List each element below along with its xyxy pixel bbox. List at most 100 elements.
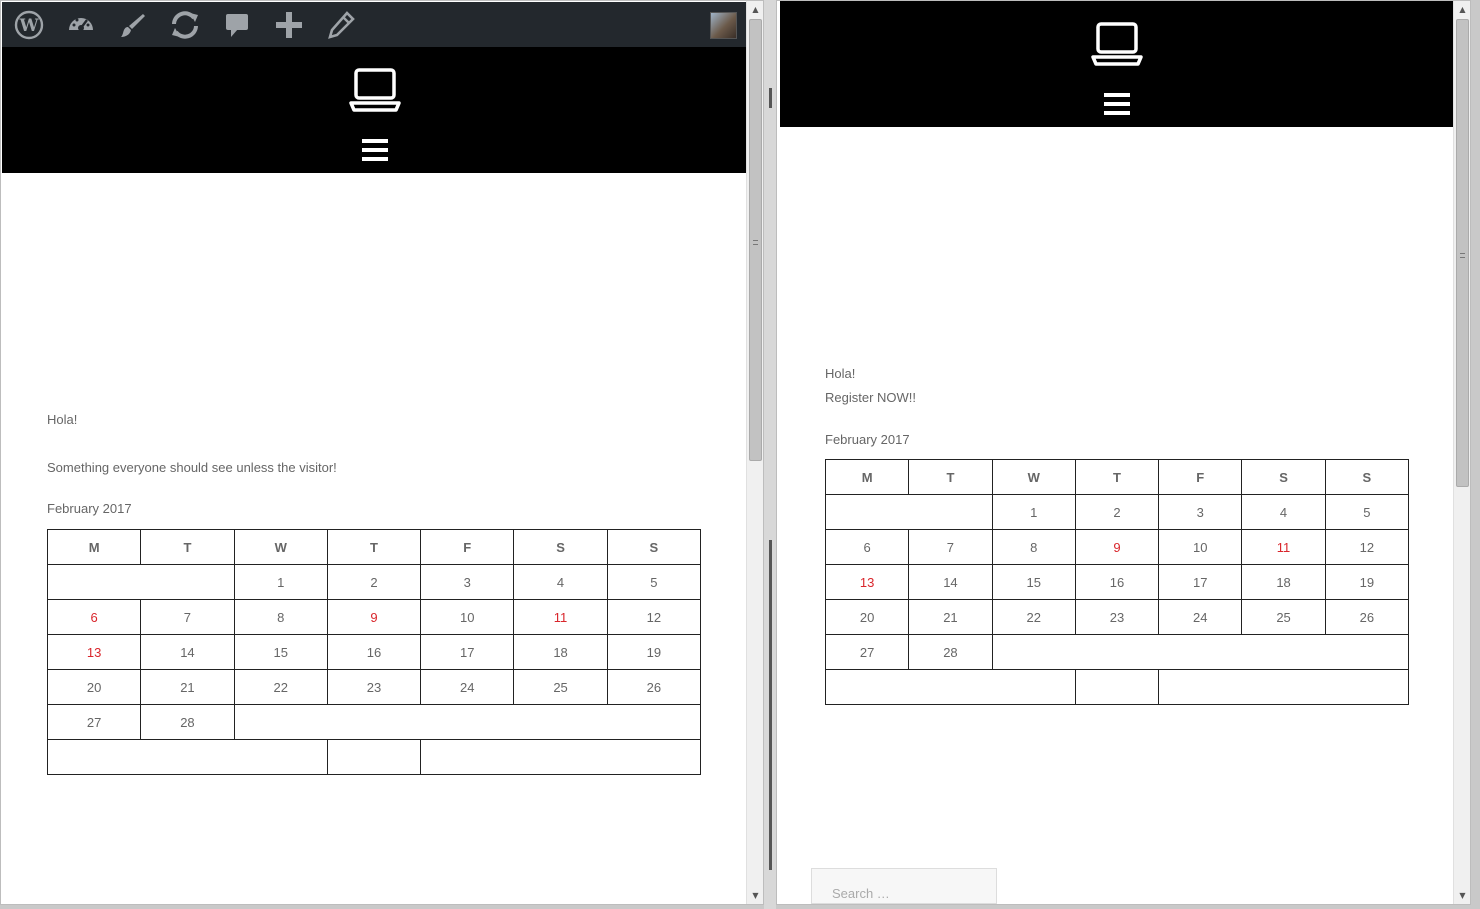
weekday-cell: F [1158,459,1243,495]
weekday-cell: M [46,529,142,565]
day-cell: 3 [1158,494,1243,530]
day-cell-link[interactable]: 9 [326,599,422,635]
scroll-up-arrow-icon[interactable]: ▲ [747,1,763,18]
updates-refresh-icon[interactable] [168,9,202,41]
day-cell: 19 [606,634,702,670]
day-cell: 24 [420,669,515,705]
visitor-message: Something everyone should see unless the… [47,460,337,475]
weekday-cell: T [140,529,235,565]
day-cell: 4 [1241,494,1326,530]
day-cell: 16 [326,634,422,670]
laptop-logo-icon[interactable] [1091,21,1143,72]
weekday-cell: T [1074,459,1160,495]
day-cell[interactable]: 6 [46,599,142,635]
day-cell: 17 [420,634,515,670]
browser-window-visitor: Hola! Register NOW!! February 2017 M T W… [776,0,1471,905]
vertical-scrollbar[interactable]: ▲ ▼ [746,1,763,904]
day-cell: 25 [513,669,608,705]
day-cell: 28 [908,634,993,670]
day-cell: 14 [908,564,993,600]
day-cell: 15 [233,634,328,670]
calendar-week-row: 20 21 22 23 24 25 26 [824,599,1410,635]
admin-bar: W [2,2,746,47]
day-cell: 23 [1074,599,1160,635]
calendar-caption: February 2017 [47,501,132,516]
day-cell: 7 [908,529,993,565]
day-cell: 2 [1074,494,1160,530]
empty-day-cell [991,634,1410,670]
search-field-wrapper [811,868,997,904]
day-cell: 19 [1324,564,1410,600]
calendar-week-row: 13 14 15 16 17 18 19 [46,634,702,670]
dashboard-icon[interactable] [64,9,98,41]
day-cell: 1 [233,564,328,600]
day-cell: 18 [513,634,608,670]
day-cell-link[interactable]: 13 [824,564,910,600]
empty-day-cell [47,564,235,600]
day-cell: 8 [991,529,1076,565]
scroll-down-arrow-icon[interactable]: ▼ [1454,887,1470,904]
day-cell: 14 [140,634,235,670]
weekday-cell: M [824,459,910,495]
weekday-cell: S [1241,459,1326,495]
weekday-cell: W [991,459,1076,495]
menu-toggle-icon[interactable] [362,139,388,161]
scroll-thumb[interactable] [749,19,762,461]
empty-day-cell [825,494,993,530]
day-cell: 20 [824,599,910,635]
day-cell-link[interactable]: 11 [513,599,608,635]
day-cell: 26 [606,669,702,705]
wordpress-logo-icon[interactable]: W [12,9,46,41]
calendar-nav-pad [326,739,422,775]
scroll-down-arrow-icon[interactable]: ▼ [747,887,763,904]
weekday-cell: W [233,529,328,565]
calendar-week-row: 1 2 3 4 5 [47,564,702,600]
calendar-week-row: 13 14 15 16 17 18 19 [824,564,1410,600]
register-cta: Register NOW!! [825,390,917,405]
day-cell: 20 [46,669,142,705]
day-cell: 4 [513,564,608,600]
calendar-week-row: 6 7 8 9 10 11 12 [46,599,702,635]
calendar-week-row: 20 21 22 23 24 25 26 [46,669,702,705]
scroll-thumb[interactable] [1456,19,1469,487]
calendar-next-nav[interactable] [1158,669,1409,705]
day-cell: 12 [606,599,702,635]
vertical-scrollbar[interactable]: ▲ ▼ [1453,1,1470,904]
scroll-up-arrow-icon[interactable]: ▲ [1454,1,1470,18]
edit-pencil-icon[interactable] [324,9,358,41]
weekday-cell: T [908,459,993,495]
weekday-cell: S [606,529,702,565]
customize-brush-icon[interactable] [116,9,150,41]
svg-text:W: W [18,16,39,36]
weekday-cell: T [326,529,422,565]
day-cell: 22 [233,669,328,705]
day-cell: 28 [140,704,235,740]
user-avatar[interactable] [710,12,737,39]
gap-line [769,88,772,108]
calendar-prev-nav[interactable] [47,739,328,775]
day-cell-link[interactable]: 11 [1241,529,1326,565]
day-cell: 7 [140,599,235,635]
menu-toggle-icon[interactable] [1104,93,1130,115]
calendar-next-nav[interactable] [420,739,701,775]
day-cell: 15 [991,564,1076,600]
day-cell: 22 [991,599,1076,635]
day-cell: 2 [326,564,422,600]
weekday-header-row: M T W T F S S [46,529,702,565]
day-cell: 21 [140,669,235,705]
day-cell: 10 [420,599,515,635]
day-cell: 5 [1324,494,1410,530]
day-cell: 17 [1158,564,1243,600]
calendar-prev-nav[interactable] [825,669,1076,705]
calendar-nav-row [825,669,1409,705]
day-cell-link[interactable]: 13 [46,634,142,670]
day-cell: 21 [908,599,993,635]
day-cell: 23 [326,669,422,705]
search-input[interactable] [812,869,996,903]
new-content-plus-icon[interactable] [272,9,306,41]
day-cell: 8 [233,599,328,635]
day-cell: 24 [1158,599,1243,635]
laptop-logo-icon[interactable] [349,67,401,118]
comments-icon[interactable] [220,9,254,41]
day-cell-link[interactable]: 9 [1074,529,1160,565]
